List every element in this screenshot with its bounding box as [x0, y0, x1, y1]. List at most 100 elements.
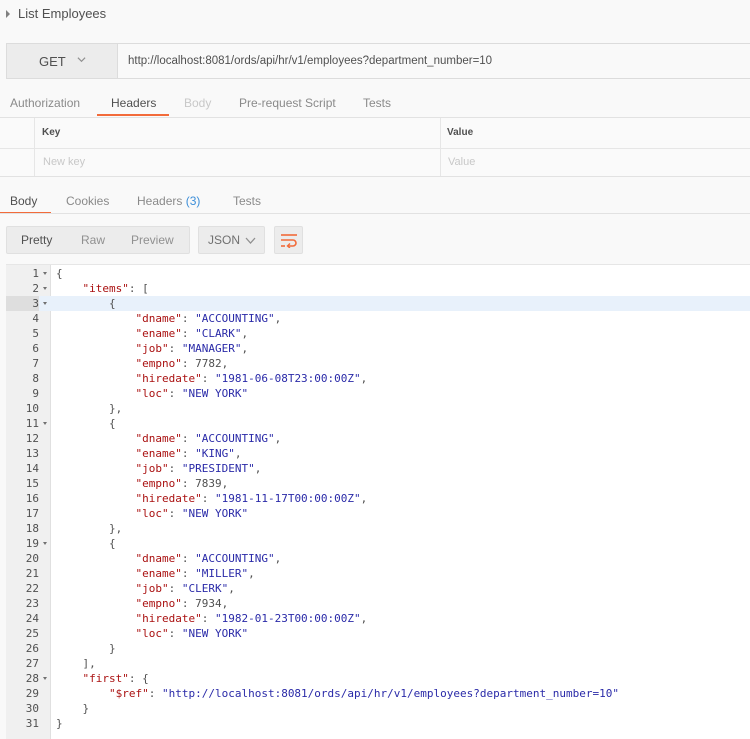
- code-line: 6 "job": "MANAGER",: [6, 341, 750, 356]
- chevron-down-icon: [77, 57, 86, 63]
- response-body-editor[interactable]: 1{2 "items": [3 {4 "dname": "ACCOUNTING"…: [6, 264, 750, 739]
- line-number: 1: [32, 267, 39, 280]
- tab-response-headers[interactable]: Headers (3): [137, 194, 200, 208]
- code-text: "loc": "NEW YORK": [135, 507, 249, 520]
- code-line: 25 "loc": "NEW YORK": [6, 626, 750, 641]
- url-bar: GET http://localhost:8081/ords/api/hr/v1…: [6, 43, 750, 79]
- line-number: 20: [25, 552, 39, 565]
- code-line: 26 }: [6, 641, 750, 656]
- language-select[interactable]: JSON: [198, 226, 265, 254]
- preview-button[interactable]: Preview: [131, 233, 174, 247]
- code-text: {: [56, 267, 63, 280]
- method-select[interactable]: GET: [7, 44, 118, 78]
- tab-response-tests[interactable]: Tests: [233, 194, 261, 208]
- code-text: {: [56, 537, 116, 550]
- code-text: "hiredate": "1982-01-23T00:00:00Z",: [135, 612, 368, 625]
- code-line: 15 "empno": 7839,: [6, 476, 750, 491]
- method-label: GET: [39, 54, 66, 69]
- code-line: 3 {: [6, 296, 750, 311]
- fold-toggle-icon[interactable]: [43, 542, 47, 545]
- code-line: 16 "hiredate": "1981-11-17T00:00:00Z",: [6, 491, 750, 506]
- fold-toggle-icon[interactable]: [43, 272, 47, 275]
- code-line: 2 "items": [: [6, 281, 750, 296]
- code-text: "hiredate": "1981-06-08T23:00:00Z",: [135, 372, 368, 385]
- code-text: }: [56, 717, 63, 730]
- code-line: 31}: [6, 716, 750, 731]
- code-text: "dname": "ACCOUNTING",: [135, 432, 282, 445]
- code-line: 5 "ename": "CLARK",: [6, 326, 750, 341]
- code-text: "loc": "NEW YORK": [135, 387, 249, 400]
- line-number: 23: [25, 597, 39, 610]
- code-text: "empno": 7934,: [135, 597, 229, 610]
- request-tabs: Authorization Headers Body Pre-request S…: [0, 96, 750, 118]
- caret-right-icon[interactable]: [6, 10, 10, 18]
- line-number: 5: [32, 327, 39, 340]
- fold-toggle-icon[interactable]: [43, 302, 47, 305]
- line-number: 30: [25, 702, 39, 715]
- pretty-button[interactable]: Pretty: [21, 233, 52, 247]
- code-line: 20 "dname": "ACCOUNTING",: [6, 551, 750, 566]
- code-line: 17 "loc": "NEW YORK": [6, 506, 750, 521]
- line-number: 10: [25, 402, 39, 415]
- code-line: 1{: [6, 266, 750, 281]
- code-text: {: [56, 297, 116, 310]
- format-toggle-group: Pretty Raw Preview: [6, 226, 190, 254]
- line-number: 2: [32, 282, 39, 295]
- raw-button[interactable]: Raw: [81, 233, 105, 247]
- code-line: 23 "empno": 7934,: [6, 596, 750, 611]
- tab-body[interactable]: Body: [184, 96, 211, 110]
- code-line: 8 "hiredate": "1981-06-08T23:00:00Z",: [6, 371, 750, 386]
- line-number: 7: [32, 357, 39, 370]
- new-key-input[interactable]: New key: [43, 156, 85, 168]
- line-number: 29: [25, 687, 39, 700]
- code-line: 13 "ename": "KING",: [6, 446, 750, 461]
- line-number: 22: [25, 582, 39, 595]
- line-number: 28: [25, 672, 39, 685]
- line-number: 4: [32, 312, 39, 325]
- fold-toggle-icon[interactable]: [43, 677, 47, 680]
- line-number: 8: [32, 372, 39, 385]
- code-text: "job": "PRESIDENT",: [135, 462, 262, 475]
- line-number: 3: [6, 296, 39, 311]
- fold-toggle-icon[interactable]: [43, 422, 47, 425]
- line-number: 13: [25, 447, 39, 460]
- code-line: 18 },: [6, 521, 750, 536]
- code-text: },: [56, 402, 123, 415]
- line-number: 25: [25, 627, 39, 640]
- code-line: 22 "job": "CLERK",: [6, 581, 750, 596]
- code-text: "first": {: [82, 672, 149, 685]
- url-input[interactable]: http://localhost:8081/ords/api/hr/v1/emp…: [118, 44, 750, 78]
- line-number: 21: [25, 567, 39, 580]
- new-value-input[interactable]: Value: [448, 156, 475, 168]
- tab-cookies[interactable]: Cookies: [66, 194, 109, 208]
- line-number: 16: [25, 492, 39, 505]
- code-line: 29 "$ref": "http://localhost:8081/ords/a…: [6, 686, 750, 701]
- line-number: 17: [25, 507, 39, 520]
- code-line: 27 ],: [6, 656, 750, 671]
- code-text: }: [56, 642, 116, 655]
- line-number: 14: [25, 462, 39, 475]
- line-number: 26: [25, 642, 39, 655]
- code-line: 14 "job": "PRESIDENT",: [6, 461, 750, 476]
- line-number: 15: [25, 477, 39, 490]
- code-text: "items": [: [82, 282, 149, 295]
- code-text: "loc": "NEW YORK": [135, 627, 249, 640]
- code-line: 19 {: [6, 536, 750, 551]
- code-line: 24 "hiredate": "1982-01-23T00:00:00Z",: [6, 611, 750, 626]
- request-name-header[interactable]: List Employees: [0, 0, 750, 28]
- tab-tests[interactable]: Tests: [363, 96, 391, 110]
- line-number: 12: [25, 432, 39, 445]
- fold-toggle-icon[interactable]: [43, 287, 47, 290]
- line-number: 24: [25, 612, 39, 625]
- url-text: http://localhost:8081/ords/api/hr/v1/emp…: [128, 55, 493, 67]
- response-tabs: Body Cookies Headers (3) Tests: [0, 194, 750, 214]
- wrap-lines-button[interactable]: [274, 226, 303, 254]
- tab-authorization[interactable]: Authorization: [10, 96, 80, 110]
- code-text: },: [56, 522, 123, 535]
- language-label: JSON: [208, 233, 241, 247]
- code-line: 28 "first": {: [6, 671, 750, 686]
- tab-pre-request-script[interactable]: Pre-request Script: [239, 96, 336, 110]
- tab-headers[interactable]: Headers: [111, 96, 156, 110]
- tab-response-body[interactable]: Body: [10, 194, 37, 208]
- line-number: 31: [25, 717, 39, 730]
